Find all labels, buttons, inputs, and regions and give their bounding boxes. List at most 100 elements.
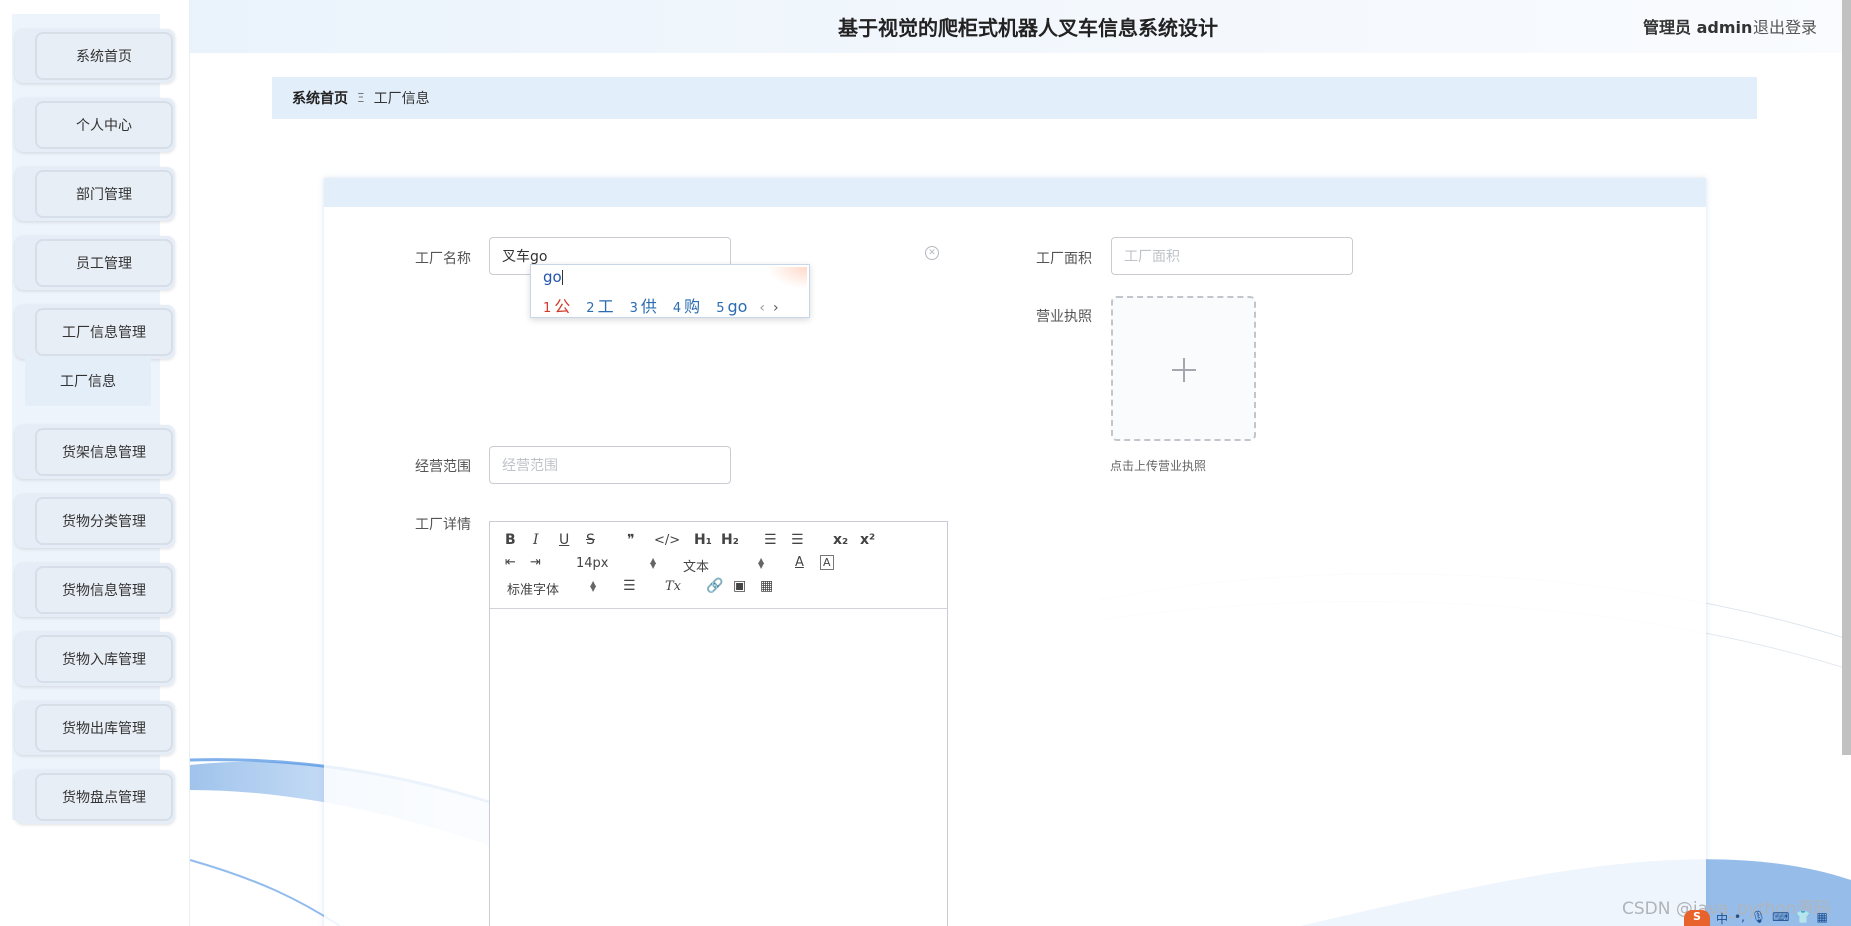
ime-page-nav[interactable]: ‹ › [759,300,778,316]
code-block-button[interactable]: </> [654,533,680,548]
chevron-right-icon[interactable]: › [773,300,779,316]
license-upload-hint: 点击上传营业执照 [1110,459,1207,473]
sidebar-item-label: 货物入库管理 [35,635,173,683]
h1-button[interactable]: H₁ [694,532,712,548]
sidebar-item-label: 货物盘点管理 [35,773,173,821]
clean-format-button[interactable]: Tx [665,579,681,594]
sidebar-item-goods-category[interactable]: 货物分类管理 [15,494,175,548]
sidebar: 系统首页 个人中心 部门管理 员工管理 工厂信息管理 工厂信息 货架信息管理 货… [0,0,190,926]
license-upload[interactable] [1111,296,1256,441]
image-icon[interactable]: ▣ [733,578,746,594]
clear-icon[interactable]: ✕ [925,246,939,260]
sidebar-item-label: 部门管理 [35,170,173,218]
user-name: 管理员 admin [1643,18,1753,37]
text-color-button[interactable]: A [795,555,804,570]
ime-candidate-number: 1 [543,301,552,316]
sidebar-item-label: 系统首页 [35,32,173,80]
tray-mode-icon[interactable]: 中 [1716,910,1728,926]
sidebar-item-inventory[interactable]: 货物盘点管理 [15,770,175,824]
breadcrumb-current: 工厂信息 [373,91,430,107]
italic-button[interactable]: I [533,532,539,548]
ime-candidate-number: 4 [672,301,682,316]
subscript-button[interactable]: x₂ [833,532,848,548]
indent-icon[interactable]: ⇥ [530,555,541,570]
logout-link[interactable]: 退出登录 [1753,14,1817,38]
ime-candidate-list: 1公 2工 3供 4购 5 go ‹ › [543,293,779,317]
sidebar-item-label: 工厂信息管理 [35,308,173,356]
skin-icon[interactable]: 👕 [1795,910,1810,926]
bold-button[interactable]: B [505,532,516,548]
microphone-icon[interactable]: 🎙 [1751,910,1766,926]
sidebar-item-label: 货物分类管理 [35,497,173,545]
underline-button[interactable]: U [559,532,569,548]
sidebar-item-shelf[interactable]: 货架信息管理 [15,425,175,479]
text-caret [561,270,563,285]
ime-candidate-text: 工 [597,297,614,316]
superscript-button[interactable]: x² [860,532,875,548]
bg-color-button[interactable]: A [820,555,834,570]
ime-candidate-text: go [727,297,748,316]
breadcrumb-home[interactable]: 系统首页 [292,88,348,108]
tray-punct-icon[interactable]: •, [1734,910,1745,926]
sidebar-item-goods-info[interactable]: 货物信息管理 [15,563,175,617]
factory-area-label: 工厂面积 [1036,251,1092,267]
factory-name-label: 工厂名称 [415,251,471,267]
align-icon[interactable]: ☰ [623,578,636,594]
outdent-icon[interactable]: ⇤ [505,555,516,570]
vertical-scrollbar[interactable] [1842,0,1851,755]
font-size-select[interactable]: 14px [576,556,609,571]
sidebar-item-employee[interactable]: 员工管理 [15,236,175,290]
ime-candidate[interactable]: 2工 [586,293,613,317]
scope-label: 经营范围 [415,459,471,475]
chevron-updown-icon: ▲ ▼ [590,579,597,593]
blockquote-button[interactable]: ❞ [627,532,635,548]
ordered-list-button[interactable]: ☰ [764,532,777,548]
sidebar-item-factory[interactable]: 工厂信息管理 [15,305,175,359]
chevron-updown-icon: ▲ ▼ [650,556,657,570]
app-title: 基于视觉的爬柜式机器人叉车信息系统设计 [838,16,1218,40]
grid-icon[interactable]: ▦ [1816,910,1827,926]
breadcrumb: 系统首页 Ξ 工厂信息 [272,77,1757,119]
ime-candidate-text: 公 [554,297,571,316]
keyboard-icon[interactable]: ⌨ [1772,910,1789,926]
video-icon[interactable]: ▦ [760,578,773,594]
strike-button[interactable]: S [586,532,595,548]
factory-area-input[interactable]: 工厂面积 [1111,237,1353,275]
ime-candidate-number: 3 [629,301,638,316]
scope-input[interactable]: 经营范围 [489,446,731,484]
sidebar-item-label: 个人中心 [35,101,173,149]
block-format-select[interactable]: 文本 [683,556,709,575]
sidebar-item-label: 员工管理 [35,239,173,287]
sidebar-item-department[interactable]: 部门管理 [15,167,175,221]
chevron-left-icon[interactable]: ‹ [759,300,765,316]
font-family-select[interactable]: 标准字体 [507,579,559,598]
ime-typed-text: go [543,268,562,286]
sidebar-item-label: 货架信息管理 [35,428,173,476]
ime-candidate[interactable]: 1公 [543,293,570,317]
sidebar-item-label: 货物信息管理 [35,566,173,614]
editor-toolbar: B I U S ❞ </> H₁ H₂ ☰ ☰ x₂ x² ⇤ ⇥ 14px ▲… [490,522,947,609]
ime-candidate-text: 购 [684,297,701,316]
ime-candidate[interactable]: 3供 [630,293,657,317]
ime-candidate-text: 供 [640,297,657,316]
ime-candidate-number: 2 [586,301,595,316]
sidebar-item-home[interactable]: 系统首页 [15,29,175,83]
sidebar-subitem-factory-info[interactable]: 工厂信息 [25,356,151,406]
bullet-list-button[interactable]: ☰ [791,532,804,548]
sogou-logo-icon[interactable]: S [1684,910,1710,926]
link-icon[interactable]: 🔗 [706,578,723,594]
ime-candidate-popup: go 1公 2工 3供 4购 5 go ‹ › [530,264,810,318]
ime-candidate[interactable]: 4购 [673,293,700,317]
plus-icon-vertical [1183,358,1185,382]
ime-candidate[interactable]: 5 go [716,297,747,316]
chevron-updown-icon: ▲ ▼ [758,556,765,570]
card-header [324,178,1706,207]
details-label: 工厂详情 [415,517,471,533]
sidebar-item-goods-out[interactable]: 货物出库管理 [15,701,175,755]
editor-content-area[interactable] [490,610,947,926]
sidebar-item-goods-in[interactable]: 货物入库管理 [15,632,175,686]
sidebar-item-profile[interactable]: 个人中心 [15,98,175,152]
license-label: 营业执照 [1036,309,1092,325]
ime-composition: go [543,268,563,286]
h2-button[interactable]: H₂ [721,532,739,548]
